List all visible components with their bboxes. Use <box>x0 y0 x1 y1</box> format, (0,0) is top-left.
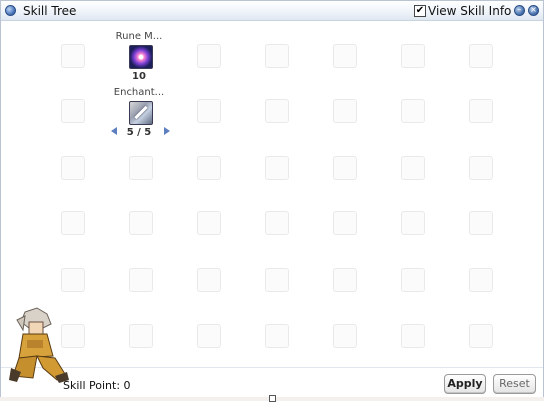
character-sprite-icon <box>9 307 69 383</box>
close-icon: × <box>530 5 537 14</box>
empty-skill-slot <box>61 44 85 68</box>
empty-skill-slot <box>401 156 425 180</box>
empty-skill-slot <box>265 268 289 292</box>
empty-skill-slot <box>401 44 425 68</box>
empty-skill-slot <box>197 156 221 180</box>
skill-tree-window: Skill Tree ✔ View Skill Info – × Rune M.… <box>0 0 544 399</box>
empty-skill-slot <box>197 324 221 348</box>
empty-skill-slot <box>401 324 425 348</box>
empty-skill-slot <box>333 44 357 68</box>
reset-button[interactable]: Reset <box>493 374 536 394</box>
empty-skill-slot <box>469 44 493 68</box>
empty-skill-slot <box>265 99 289 123</box>
empty-skill-slot <box>265 44 289 68</box>
apply-button[interactable]: Apply <box>444 374 486 394</box>
skill-point-value: 0 <box>123 379 131 392</box>
minimize-button[interactable]: – <box>514 5 525 16</box>
empty-skill-slot <box>129 324 153 348</box>
empty-skill-slot <box>401 99 425 123</box>
empty-skill-slot <box>469 99 493 123</box>
empty-skill-slot <box>197 44 221 68</box>
empty-skill-slot <box>265 211 289 235</box>
empty-skill-slot <box>333 156 357 180</box>
view-skill-info-checkbox[interactable]: ✔ <box>414 5 426 17</box>
skill-point-label: Skill Point: <box>63 379 121 392</box>
empty-skill-slot <box>61 268 85 292</box>
skill-point-display: Skill Point: 0 <box>63 379 131 392</box>
window-bullet-icon <box>5 5 16 16</box>
title-bar[interactable]: Skill Tree ✔ View Skill Info – × <box>1 1 543 21</box>
view-skill-info-label: View Skill Info <box>428 4 512 18</box>
empty-skill-slot <box>333 211 357 235</box>
empty-skill-slot <box>469 324 493 348</box>
rune-mastery-icon[interactable] <box>129 45 153 69</box>
empty-skill-slot <box>401 211 425 235</box>
empty-skill-slot <box>265 324 289 348</box>
empty-skill-slot <box>61 99 85 123</box>
level-increase-arrow-icon[interactable] <box>164 127 170 135</box>
empty-skill-slot <box>333 268 357 292</box>
empty-skill-slot <box>61 211 85 235</box>
empty-skill-slot <box>469 211 493 235</box>
close-button[interactable]: × <box>528 5 539 16</box>
empty-skill-slot <box>469 268 493 292</box>
skill-level-rune-mastery: 10 <box>132 71 146 82</box>
skill-grid <box>1 21 543 366</box>
empty-skill-slot <box>61 156 85 180</box>
skill-name-rune-mastery: Rune M... <box>115 31 163 42</box>
minimize-icon: – <box>517 5 522 14</box>
empty-skill-slot <box>333 99 357 123</box>
empty-skill-slot <box>333 324 357 348</box>
empty-skill-slot <box>469 156 493 180</box>
window-title: Skill Tree <box>23 4 77 18</box>
skill-level-enchant: 5 / 5 <box>126 127 152 138</box>
empty-skill-slot <box>197 211 221 235</box>
empty-skill-slot <box>129 268 153 292</box>
level-decrease-arrow-icon[interactable] <box>111 127 117 135</box>
view-skill-info-toggle[interactable]: ✔ View Skill Info <box>414 4 511 18</box>
empty-skill-slot <box>129 156 153 180</box>
empty-skill-slot <box>197 268 221 292</box>
empty-skill-slot <box>401 268 425 292</box>
sword-icon <box>134 105 148 120</box>
empty-skill-slot <box>197 99 221 123</box>
enchant-blade-icon[interactable] <box>129 101 153 125</box>
empty-skill-slot <box>265 156 289 180</box>
skill-name-enchant: Enchant... <box>113 87 165 98</box>
empty-skill-slot <box>129 211 153 235</box>
